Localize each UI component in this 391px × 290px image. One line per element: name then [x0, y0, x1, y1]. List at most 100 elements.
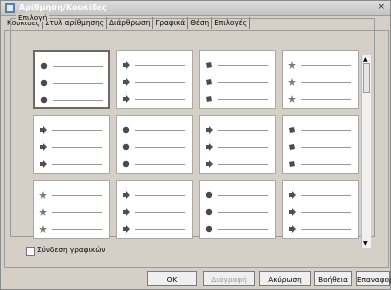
bullet-option-cell[interactable]: [199, 180, 276, 239]
arrow-bullet-icon: [123, 78, 130, 86]
window-title: Αρίθμηση/Κουκίδες: [19, 3, 107, 12]
square-bullet-icon: [289, 161, 295, 167]
bullet-text-line: [53, 66, 103, 67]
star-bullet-icon: [39, 191, 47, 199]
bullet-text-line: [52, 147, 102, 148]
arrow-bullet-icon: [206, 126, 213, 134]
ball-bullet-icon: [205, 225, 213, 233]
link-graphics-label: Σύνδεση γραφικών: [37, 245, 106, 254]
bullet-text-line: [218, 195, 268, 196]
arrow-bullet-icon: [289, 208, 296, 216]
bullet-text-line: [218, 212, 268, 213]
bullet-grid: [33, 50, 367, 242]
bullet-text-line: [52, 130, 102, 131]
bullet-text-line: [52, 229, 102, 230]
ball-bullet-icon: [40, 96, 48, 104]
star-bullet-icon: [288, 61, 296, 69]
bullet-text-line: [218, 229, 268, 230]
bullet-option-cell[interactable]: [282, 180, 359, 239]
bullet-text-line: [218, 99, 268, 100]
bullet-option-cell[interactable]: [33, 115, 110, 174]
selection-group-label: Επιλογή: [16, 13, 50, 22]
square-bullet-icon: [206, 62, 212, 68]
bullet-text-line: [301, 147, 351, 148]
help-button[interactable]: Βοήθεια: [314, 271, 352, 286]
bullet-text-line: [301, 195, 351, 196]
bullets-dialog: Αρίθμηση/Κουκίδες × Κουκίδες Στυλ αρίθμη…: [0, 0, 391, 290]
arrow-bullet-icon: [289, 225, 296, 233]
delete-button[interactable]: Διαγραφή: [203, 271, 255, 286]
arrow-bullet-icon: [206, 143, 213, 151]
ball-bullet-icon: [122, 160, 130, 168]
bullet-text-line: [135, 164, 185, 165]
arrow-bullet-icon: [206, 160, 213, 168]
bullet-text-line: [301, 65, 351, 66]
bullet-option-cell[interactable]: [33, 50, 110, 109]
star-bullet-icon: [288, 78, 296, 86]
ball-bullet-icon: [205, 208, 213, 216]
bullet-text-line: [135, 130, 185, 131]
bullet-text-line: [53, 83, 103, 84]
star-bullet-icon: [39, 225, 47, 233]
arrow-bullet-icon: [123, 95, 130, 103]
bullet-text-line: [301, 229, 351, 230]
bullet-option-cell[interactable]: [116, 50, 193, 109]
cancel-button[interactable]: Ακύρωση: [259, 271, 311, 286]
bullet-option-cell[interactable]: [282, 115, 359, 174]
scroll-up-icon[interactable]: ▲: [363, 56, 368, 63]
arrow-bullet-icon: [289, 191, 296, 199]
bullet-text-line: [135, 147, 185, 148]
bullet-text-line: [301, 164, 351, 165]
bullet-option-cell[interactable]: [33, 180, 110, 239]
bullet-option-cell[interactable]: [282, 50, 359, 109]
ball-bullet-icon: [122, 143, 130, 151]
bullet-text-line: [135, 229, 185, 230]
bullet-text-line: [218, 82, 268, 83]
bullet-text-line: [301, 130, 351, 131]
scroll-thumb[interactable]: [363, 63, 370, 93]
star-bullet-icon: [288, 95, 296, 103]
bullet-option-cell[interactable]: [116, 115, 193, 174]
bullet-text-line: [301, 212, 351, 213]
ball-bullet-icon: [122, 126, 130, 134]
bullet-text-line: [52, 195, 102, 196]
ball-bullet-icon: [40, 79, 48, 87]
reset-button[interactable]: Επαναφορά: [356, 271, 391, 286]
bullet-text-line: [135, 82, 185, 83]
ball-bullet-icon: [40, 62, 48, 70]
bullet-text-line: [135, 212, 185, 213]
bullet-text-line: [301, 82, 351, 83]
arrow-bullet-icon: [40, 143, 47, 151]
grid-scrollbar[interactable]: ▲ ▼: [361, 55, 371, 248]
bullet-text-line: [135, 65, 185, 66]
arrow-bullet-icon: [123, 61, 130, 69]
ok-button[interactable]: OK: [147, 271, 197, 286]
app-icon: [5, 3, 15, 13]
bullet-text-line: [218, 65, 268, 66]
arrow-bullet-icon: [123, 225, 130, 233]
arrow-bullet-icon: [123, 208, 130, 216]
bullet-text-line: [218, 147, 268, 148]
bullet-text-line: [135, 195, 185, 196]
square-bullet-icon: [289, 144, 295, 150]
star-bullet-icon: [39, 208, 47, 216]
scroll-down-icon[interactable]: ▼: [363, 240, 368, 247]
bullet-text-line: [218, 164, 268, 165]
square-bullet-icon: [206, 96, 212, 102]
square-bullet-icon: [206, 79, 212, 85]
arrow-bullet-icon: [40, 160, 47, 168]
arrow-bullet-icon: [40, 126, 47, 134]
bullet-option-cell[interactable]: [199, 115, 276, 174]
close-icon[interactable]: ×: [377, 2, 385, 12]
bullet-text-line: [218, 130, 268, 131]
link-graphics-checkbox[interactable]: [26, 247, 35, 256]
bullet-option-cell[interactable]: [116, 180, 193, 239]
bullet-text-line: [52, 164, 102, 165]
ball-bullet-icon: [205, 191, 213, 199]
bullet-text-line: [301, 99, 351, 100]
bullet-text-line: [135, 99, 185, 100]
bullet-text-line: [53, 100, 103, 101]
arrow-bullet-icon: [123, 191, 130, 199]
square-bullet-icon: [289, 127, 295, 133]
bullet-option-cell[interactable]: [199, 50, 276, 109]
